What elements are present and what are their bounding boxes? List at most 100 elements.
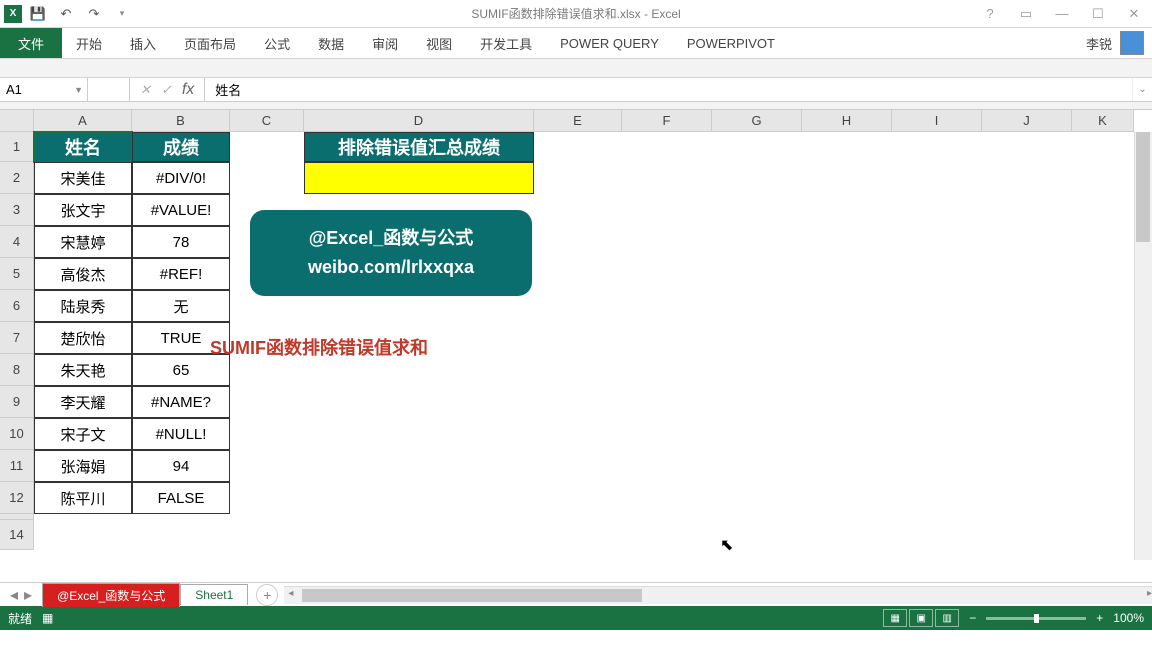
row-header-5[interactable]: 5 [0,258,34,290]
tab-file[interactable]: 文件 [0,28,62,58]
zoom-slider-thumb[interactable] [1034,614,1039,623]
row-header-10[interactable]: 10 [0,418,34,450]
tab-powerquery[interactable]: POWER QUERY [546,28,673,58]
zoom-slider[interactable] [986,617,1086,620]
view-page-layout-button[interactable]: ▣ [909,609,933,627]
scroll-left-icon[interactable]: ◂ [288,588,293,599]
cell-D2[interactable] [304,162,534,194]
cell-A6[interactable]: 陆泉秀 [34,290,132,322]
col-header-E[interactable]: E [534,110,622,132]
tab-insert[interactable]: 插入 [116,28,170,58]
tab-developer[interactable]: 开发工具 [466,28,546,58]
name-box[interactable]: A1 ▼ [0,78,88,101]
cell-A9[interactable]: 李天耀 [34,386,132,418]
cell-B11[interactable]: 94 [132,450,230,482]
add-sheet-button[interactable]: + [256,584,278,606]
sheet-nav-next-icon[interactable]: ▸ [24,585,32,605]
row-header-3[interactable]: 3 [0,194,34,226]
close-button[interactable]: ✕ [1116,2,1152,26]
macro-record-icon[interactable]: ▦ [42,611,53,625]
view-normal-button[interactable]: ▦ [883,609,907,627]
cell-B2[interactable]: #DIV/0! [132,162,230,194]
row-header-4[interactable]: 4 [0,226,34,258]
worksheet-grid[interactable]: ABCDEFGHIJK 12345678910111214 姓名成绩排除错误值汇… [0,110,1152,582]
cell-B4[interactable]: 78 [132,226,230,258]
tab-home[interactable]: 开始 [62,28,116,58]
row-header-1[interactable]: 1 [0,132,34,162]
row-header-7[interactable]: 7 [0,322,34,354]
formula-input[interactable]: 姓名 [205,78,1132,101]
horizontal-scroll-thumb[interactable] [302,589,642,602]
cell-B6[interactable]: 无 [132,290,230,322]
redo-button[interactable]: ↷ [82,2,106,26]
cell-A7[interactable]: 楚欣怡 [34,322,132,354]
ribbon-options-button[interactable]: ▭ [1008,2,1044,26]
row-header-9[interactable]: 9 [0,386,34,418]
col-header-B[interactable]: B [132,110,230,132]
cell-A10[interactable]: 宋子文 [34,418,132,450]
undo-button[interactable]: ↶ [54,2,78,26]
tab-powerpivot[interactable]: POWERPIVOT [673,28,789,58]
row-header-14[interactable]: 14 [0,520,34,550]
tab-formulas[interactable]: 公式 [250,28,304,58]
col-header-A[interactable]: A [34,110,132,132]
cell-A3[interactable]: 张文宇 [34,194,132,226]
sheet-nav-prev-icon[interactable]: ◂ [10,585,18,605]
row-header-11[interactable]: 11 [0,450,34,482]
qat-customize-button[interactable]: ▾ [110,2,134,26]
user-name[interactable]: 李锐 [1086,34,1112,53]
save-button[interactable]: 💾 [26,2,50,26]
cell-D1[interactable]: 排除错误值汇总成绩 [304,132,534,162]
select-all-corner[interactable] [0,110,34,132]
cell-B10[interactable]: #NULL! [132,418,230,450]
cell-B9[interactable]: #NAME? [132,386,230,418]
tab-data[interactable]: 数据 [304,28,358,58]
avatar[interactable] [1120,31,1144,55]
cell-A2[interactable]: 宋美佳 [34,162,132,194]
row-header-2[interactable]: 2 [0,162,34,194]
row-header-8[interactable]: 8 [0,354,34,386]
cell-B12[interactable]: FALSE [132,482,230,514]
name-box-dropdown-icon[interactable]: ▼ [74,85,83,95]
enter-formula-button[interactable]: ✓ [161,82,172,98]
cell-B1[interactable]: 成绩 [132,132,230,162]
cell-A5[interactable]: 高俊杰 [34,258,132,290]
scroll-right-icon[interactable]: ▸ [1147,588,1152,599]
zoom-level[interactable]: 100% [1113,611,1144,625]
formula-expand-button[interactable]: ⌄ [1132,78,1152,101]
sheet-tab-1[interactable]: @Excel_函数与公式 [42,583,180,607]
cell-A12[interactable]: 陈平川 [34,482,132,514]
zoom-out-button[interactable]: − [969,611,976,625]
horizontal-scrollbar[interactable]: ◂ ▸ [288,587,1152,604]
sheet-nav-buttons[interactable]: ◂ ▸ [0,585,42,605]
col-header-J[interactable]: J [982,110,1072,132]
zoom-in-button[interactable]: + [1096,611,1103,625]
cancel-formula-button[interactable]: ✕ [140,82,151,98]
col-header-G[interactable]: G [712,110,802,132]
minimize-button[interactable]: — [1044,2,1080,26]
cell-A8[interactable]: 朱天艳 [34,354,132,386]
col-header-I[interactable]: I [892,110,982,132]
cell-A4[interactable]: 宋慧婷 [34,226,132,258]
view-page-break-button[interactable]: ▥ [935,609,959,627]
col-header-D[interactable]: D [304,110,534,132]
vertical-scroll-thumb[interactable] [1136,132,1150,242]
row-header-12[interactable]: 12 [0,482,34,514]
tab-view[interactable]: 视图 [412,28,466,58]
tab-review[interactable]: 审阅 [358,28,412,58]
col-header-C[interactable]: C [230,110,304,132]
row-header-6[interactable]: 6 [0,290,34,322]
cell-B3[interactable]: #VALUE! [132,194,230,226]
maximize-button[interactable]: ☐ [1080,2,1116,26]
col-header-F[interactable]: F [622,110,712,132]
col-header-H[interactable]: H [802,110,892,132]
sheet-tab-2[interactable]: Sheet1 [180,584,248,605]
vertical-scrollbar[interactable] [1134,132,1152,560]
cell-A11[interactable]: 张海娟 [34,450,132,482]
help-button[interactable]: ? [972,2,1008,26]
col-header-K[interactable]: K [1072,110,1134,132]
cell-B5[interactable]: #REF! [132,258,230,290]
fx-icon[interactable]: fx [182,81,194,99]
tab-layout[interactable]: 页面布局 [170,28,250,58]
cell-A1[interactable]: 姓名 [34,132,132,162]
